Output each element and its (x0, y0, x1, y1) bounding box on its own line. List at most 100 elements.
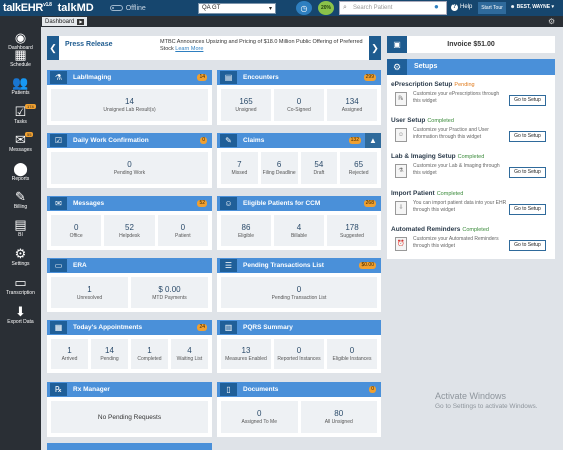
stat-reported-instances[interactable]: 0 Reported Instances (274, 339, 324, 369)
chart-icon: ▤ (220, 71, 237, 84)
flask-icon: ⚗ (395, 164, 407, 178)
stat-billable[interactable]: 4 Billable (274, 215, 324, 246)
user-icon: ☺ (395, 128, 407, 142)
stat-co-signed[interactable]: 0 Co-Signed (274, 89, 324, 121)
go-to-setup-button[interactable]: Go to Setup (509, 167, 546, 178)
status-badge: Completed (427, 118, 454, 124)
stat-pending[interactable]: 14 Pending (91, 339, 128, 369)
go-to-setup-button[interactable]: Go to Setup (509, 204, 546, 215)
tab-bar: Dashboard ▶ ⚙ (0, 16, 563, 27)
sidebar-item-billing[interactable]: ✎ Billing (0, 189, 41, 215)
stat-pending-transactions[interactable]: 0 Pending Transaction List (221, 277, 377, 308)
appts-count-badge: 24 (197, 324, 207, 331)
gear-icon: ⚙ (387, 59, 407, 75)
status-badge: Completed (457, 154, 485, 160)
sidebar-item-export-data[interactable]: ⬇ Export Data (0, 304, 41, 330)
next-arrow-icon[interactable]: ❯ (369, 36, 381, 60)
microphone-icon[interactable]: ● (434, 2, 442, 13)
patients-icon: ☺ (220, 197, 237, 210)
list-icon: ☰ (220, 259, 237, 272)
search-input[interactable]: ⌕ Search Patient (339, 1, 447, 15)
start-tour-button[interactable]: Start Tour (478, 2, 506, 14)
go-to-setup-button[interactable]: Go to Setup (509, 95, 546, 106)
user-icon: ☻ (510, 4, 516, 10)
encounters-count-badge: 299 (363, 74, 376, 81)
offline-toggle[interactable] (109, 5, 123, 11)
help-button[interactable]: ? Help (451, 4, 472, 11)
stat-pending-work[interactable]: 0 Pending Work (51, 152, 208, 184)
envelope-icon: ✉ (15, 132, 26, 147)
messages-badge: 55 (25, 132, 34, 137)
warning-icon[interactable]: ▲ (365, 133, 381, 148)
stat-suggested[interactable]: 178 Suggested (327, 215, 377, 246)
sidebar-item-reports[interactable]: ⬤ Reports (0, 161, 41, 187)
setups-widget: ⚙ Setups ePrescription Setup Pending ℞ Cus… (387, 59, 555, 259)
stat-waiting-list[interactable]: 4 Waiting List (171, 339, 208, 369)
dashboard-icon: ◉ (14, 30, 27, 45)
logo-talkehr[interactable]: talkEHRv1.8 (3, 2, 52, 14)
play-icon[interactable]: ▶ (77, 18, 85, 25)
status-badge: Completed (436, 191, 464, 197)
prescription-icon: ℞ (395, 92, 407, 106)
tasks-badge: 174 (25, 104, 36, 109)
messages-count-badge: 52 (197, 200, 207, 207)
transcription-icon: ▭ (14, 275, 27, 290)
stat-assigned-to-me[interactable]: 0 Assigned To Me (221, 401, 298, 433)
gear-icon[interactable]: ⚙ (548, 17, 555, 26)
sidebar: ◉ Dashboard ▦ Schedule 👥 Patients 174 ☑ Tasks… (0, 27, 41, 450)
practice-select[interactable]: QA GT ▾ (198, 3, 276, 14)
sidebar-item-settings[interactable]: ⚙ Settings (0, 246, 41, 272)
stat-helpdesk[interactable]: 52 Helpdesk (104, 215, 155, 246)
stat-missed[interactable]: 7 Missed (221, 152, 258, 184)
stat-unresolved[interactable]: 1 Unresolved (51, 277, 128, 308)
invoice-widget[interactable]: ▣ Invoice $51.00 (387, 36, 555, 53)
patients-icon: 👥 (12, 75, 29, 90)
stat-unsigned[interactable]: 165 Unsigned (221, 89, 271, 121)
receipt-icon: ▭ (50, 259, 67, 272)
widget-messages: ✉ Messages 52 0 Office 52 Helpdesk 0 Patient (47, 196, 212, 250)
stat-unsigned-lab[interactable]: 14 Unsigned Lab Result(s) (51, 89, 208, 121)
stat-filing-deadline[interactable]: 6 Filing Deadline (260, 152, 298, 184)
ptl-amount-badge: $0.00 (359, 262, 376, 269)
sidebar-item-schedule[interactable]: ▦ Schedule (0, 47, 41, 73)
prev-arrow-icon[interactable]: ❮ (47, 36, 59, 60)
progress-badge[interactable]: 20% (318, 1, 334, 15)
stat-patient[interactable]: 0 Patient (157, 215, 208, 246)
sidebar-item-transcription[interactable]: ▭ Transcription (0, 275, 41, 301)
download-icon: ⬇ (15, 304, 26, 319)
stat-eligible[interactable]: 86 Eligible (221, 215, 271, 246)
stat-all-unsigned[interactable]: 80 All Unsigned (300, 401, 377, 433)
widget-documents: ▯ Documents 0 0 Assigned To Me 80 All Unsign… (217, 382, 381, 437)
sidebar-item-messages[interactable]: 55 ✉ Messages (0, 132, 41, 158)
go-to-setup-button[interactable]: Go to Setup (509, 240, 546, 251)
stat-measures-enabled[interactable]: 13 Measures Enabled (221, 339, 271, 369)
sidebar-item-tasks[interactable]: 174 ☑ Tasks (0, 104, 41, 130)
stat-office[interactable]: 0 Office (51, 215, 102, 246)
logo-talkmd[interactable]: talkMD (58, 2, 94, 14)
docs-count-badge: 0 (369, 386, 376, 393)
widget-rx-manager: ℞ Rx Manager No Pending Requests (47, 382, 212, 437)
import-icon: ⇩ (395, 201, 407, 215)
stat-mtd-payments[interactable]: $ 0.00 MTD Payments (131, 277, 208, 308)
stat-eligible-instances[interactable]: 0 Eligible Instances (327, 339, 377, 369)
stat-draft[interactable]: 54 Draft (300, 152, 338, 184)
sidebar-item-bi[interactable]: ▤ BI (0, 217, 41, 243)
setup-import-patient: Import Patient Completed ⇩ You can import… (391, 190, 553, 225)
clock-icon[interactable]: ◷ (296, 1, 312, 15)
lab-count-badge: 14 (197, 74, 207, 81)
status-badge: Pending (454, 82, 475, 88)
stat-completed[interactable]: 1 Completed (131, 339, 168, 369)
envelope-icon: ✉ (50, 197, 67, 210)
learn-more-link[interactable]: Learn More (175, 46, 203, 52)
status-badge: Completed (462, 227, 489, 233)
stat-assigned[interactable]: 134 Assigned (327, 89, 377, 121)
sidebar-item-patients[interactable]: 👥 Patients (0, 75, 41, 101)
user-menu[interactable]: ☻ BEST, WAYNE ▾ (510, 4, 554, 10)
stat-arrived[interactable]: 1 Arrived (51, 339, 88, 369)
chart-icon: ▥ (220, 321, 237, 334)
stat-rejected[interactable]: 65 Rejected (340, 152, 377, 184)
widget-encounters: ▤ Encounters 299 165 Unsigned 0 Co-Signed 13… (217, 70, 381, 125)
go-to-setup-button[interactable]: Go to Setup (509, 131, 546, 142)
tab-dashboard[interactable]: Dashboard ▶ (42, 17, 88, 26)
claims-icon: ✎ (220, 134, 237, 147)
